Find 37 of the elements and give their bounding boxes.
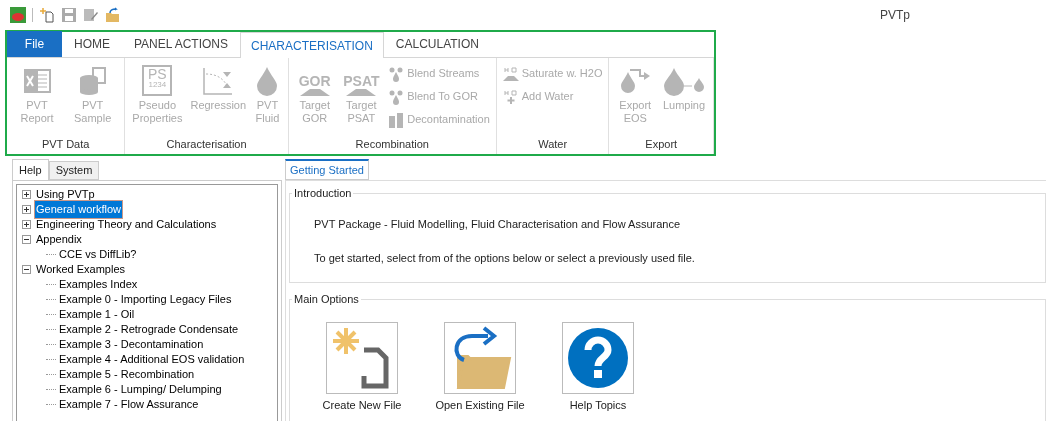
tree-item[interactable]: General workflow bbox=[35, 201, 122, 218]
tree-item[interactable]: Example 2 - Retrograde Condensate bbox=[58, 321, 240, 338]
window-title: PVTp bbox=[880, 7, 910, 24]
tree-item[interactable]: Examples Index bbox=[58, 276, 139, 293]
section-title: Main Options bbox=[293, 292, 360, 307]
panel-tab[interactable]: System bbox=[48, 161, 100, 180]
tree-item[interactable]: Worked Examples bbox=[35, 261, 127, 278]
tree-item[interactable]: Using PVTp bbox=[35, 186, 96, 203]
tree-item[interactable]: Example 6 - Lumping/ Delumping bbox=[58, 381, 223, 398]
document-tab[interactable]: Getting Started bbox=[285, 159, 369, 180]
ribbon-tab[interactable]: HOME bbox=[62, 31, 122, 57]
intro-text: To get started, select from of the options below or select a previously used file. bbox=[314, 251, 696, 266]
tree-item[interactable]: Example 1 - Oil bbox=[58, 306, 136, 323]
group-label: Characterisation bbox=[165, 137, 248, 152]
section-title: Introduction bbox=[293, 186, 353, 201]
option-label: Create New File bbox=[322, 397, 402, 413]
ribbon-tab[interactable]: CHARACTERISATION bbox=[240, 32, 384, 58]
option-label: Help Topics bbox=[569, 397, 627, 413]
tree-item[interactable]: Appendix bbox=[35, 231, 83, 248]
tree-item[interactable]: Engineering Theory and Calculations bbox=[35, 216, 218, 233]
option-label: Open Existing File bbox=[435, 397, 525, 413]
tree-item[interactable]: Example 0 - Importing Legacy Files bbox=[58, 291, 233, 308]
group-label: Export bbox=[644, 137, 679, 152]
intro-text: PVT Package - Fluid Modelling, Fluid Characterisation and Flow Assurance bbox=[314, 216, 682, 232]
tree-item[interactable]: Example 3 - Decontamination bbox=[58, 336, 205, 353]
panel-tab[interactable]: Help bbox=[12, 159, 49, 181]
tree-item[interactable]: Example 7 - Flow Assurance bbox=[58, 396, 200, 413]
ribbon-tab[interactable]: PANEL ACTIONS bbox=[122, 31, 241, 57]
file-menu-button[interactable]: File bbox=[7, 31, 62, 57]
tree-item[interactable]: CCE vs DiffLib? bbox=[58, 246, 138, 263]
group-label: Recombination bbox=[354, 137, 430, 152]
pseudo-properties-icon: PS 1234 bbox=[142, 65, 173, 96]
tree-item[interactable]: Example 5 - Recombination bbox=[58, 366, 196, 383]
tree-item[interactable]: Example 4 - Additional EOS validation bbox=[58, 351, 246, 368]
group-label: PVT Data bbox=[40, 137, 91, 152]
ribbon-tab[interactable]: CALCULATION bbox=[383, 31, 491, 57]
group-label: Water bbox=[537, 137, 569, 152]
